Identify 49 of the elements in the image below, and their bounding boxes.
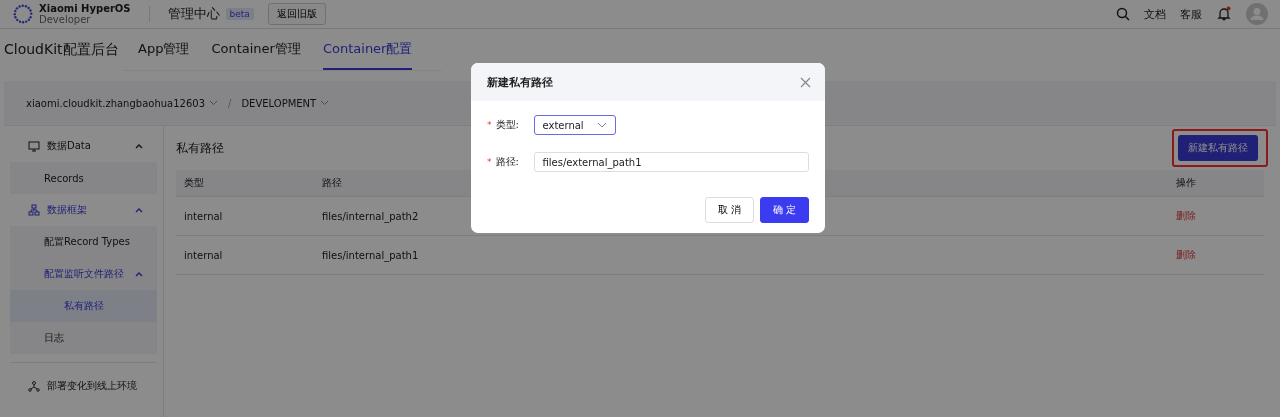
header-link[interactable]: 文档 xyxy=(1144,6,1166,22)
type-select[interactable]: external xyxy=(533,115,616,135)
chevron-icon xyxy=(320,100,330,106)
beta-badge: beta xyxy=(225,8,254,20)
required-mark: * xyxy=(487,157,492,167)
delete-link[interactable]: 删除 xyxy=(1176,210,1196,221)
network-icon xyxy=(28,380,40,392)
confirm-button[interactable]: 确 定 xyxy=(759,197,809,223)
table-cell: internal xyxy=(176,196,314,236)
table-cell: internal xyxy=(176,235,314,275)
delete-link[interactable]: 删除 xyxy=(1176,249,1196,260)
tab[interactable]: Container管理 xyxy=(211,40,301,70)
hierarchy-icon xyxy=(28,204,40,216)
tab[interactable]: Container配置 xyxy=(322,40,413,70)
caret-icon xyxy=(135,271,143,277)
sidebar-item[interactable]: 数据框架 xyxy=(10,194,157,226)
page-title: 管理中心 xyxy=(167,5,220,23)
field-label: 路径: xyxy=(495,155,520,169)
brand-subtitle: Developer xyxy=(39,14,92,25)
logo-icon xyxy=(12,3,34,25)
required-mark: * xyxy=(487,120,492,130)
close-icon[interactable] xyxy=(800,76,811,88)
monitor-icon xyxy=(28,140,40,152)
tab[interactable]: App管理 xyxy=(138,40,190,70)
chevron-icon xyxy=(596,122,607,128)
section-title: 私有路径 xyxy=(176,139,224,157)
cancel-button[interactable]: 取 消 xyxy=(704,197,754,223)
old-version-button[interactable]: 返回旧版 xyxy=(267,3,326,25)
header-link[interactable]: 客服 xyxy=(1180,6,1202,22)
sidebar-item[interactable]: 私有路径 xyxy=(10,290,157,322)
caret-icon xyxy=(135,143,143,149)
new-path-button[interactable]: 新建私有路径 xyxy=(1178,135,1258,161)
caret-icon xyxy=(135,207,143,213)
chevron-icon xyxy=(209,100,218,106)
console-title: CloudKit配置后台 xyxy=(4,41,120,59)
brand-name: Xiaomi HyperOS xyxy=(39,3,131,14)
field-label: 类型: xyxy=(495,118,520,132)
sidebar-item[interactable]: 数据Data xyxy=(10,130,157,162)
breadcrumb-dropdown[interactable]: DEVELOPMENT xyxy=(241,97,330,109)
deploy-item[interactable]: 部署变化到线上环境 xyxy=(10,369,157,403)
search-icon[interactable] xyxy=(1116,7,1130,21)
path-input[interactable]: files/external_path1 xyxy=(533,152,809,172)
breadcrumb-dropdown[interactable]: xiaomi.cloudkit.zhangbaohua12603 xyxy=(26,97,218,109)
table-cell: files/internal_path1 xyxy=(314,235,1168,275)
column-header: 操作 xyxy=(1168,170,1264,197)
column-header: 类型 xyxy=(176,170,314,197)
bell-icon[interactable] xyxy=(1216,6,1232,22)
breadcrumb-separator: / xyxy=(228,97,232,109)
dialog-title: 新建私有路径 xyxy=(487,74,553,90)
